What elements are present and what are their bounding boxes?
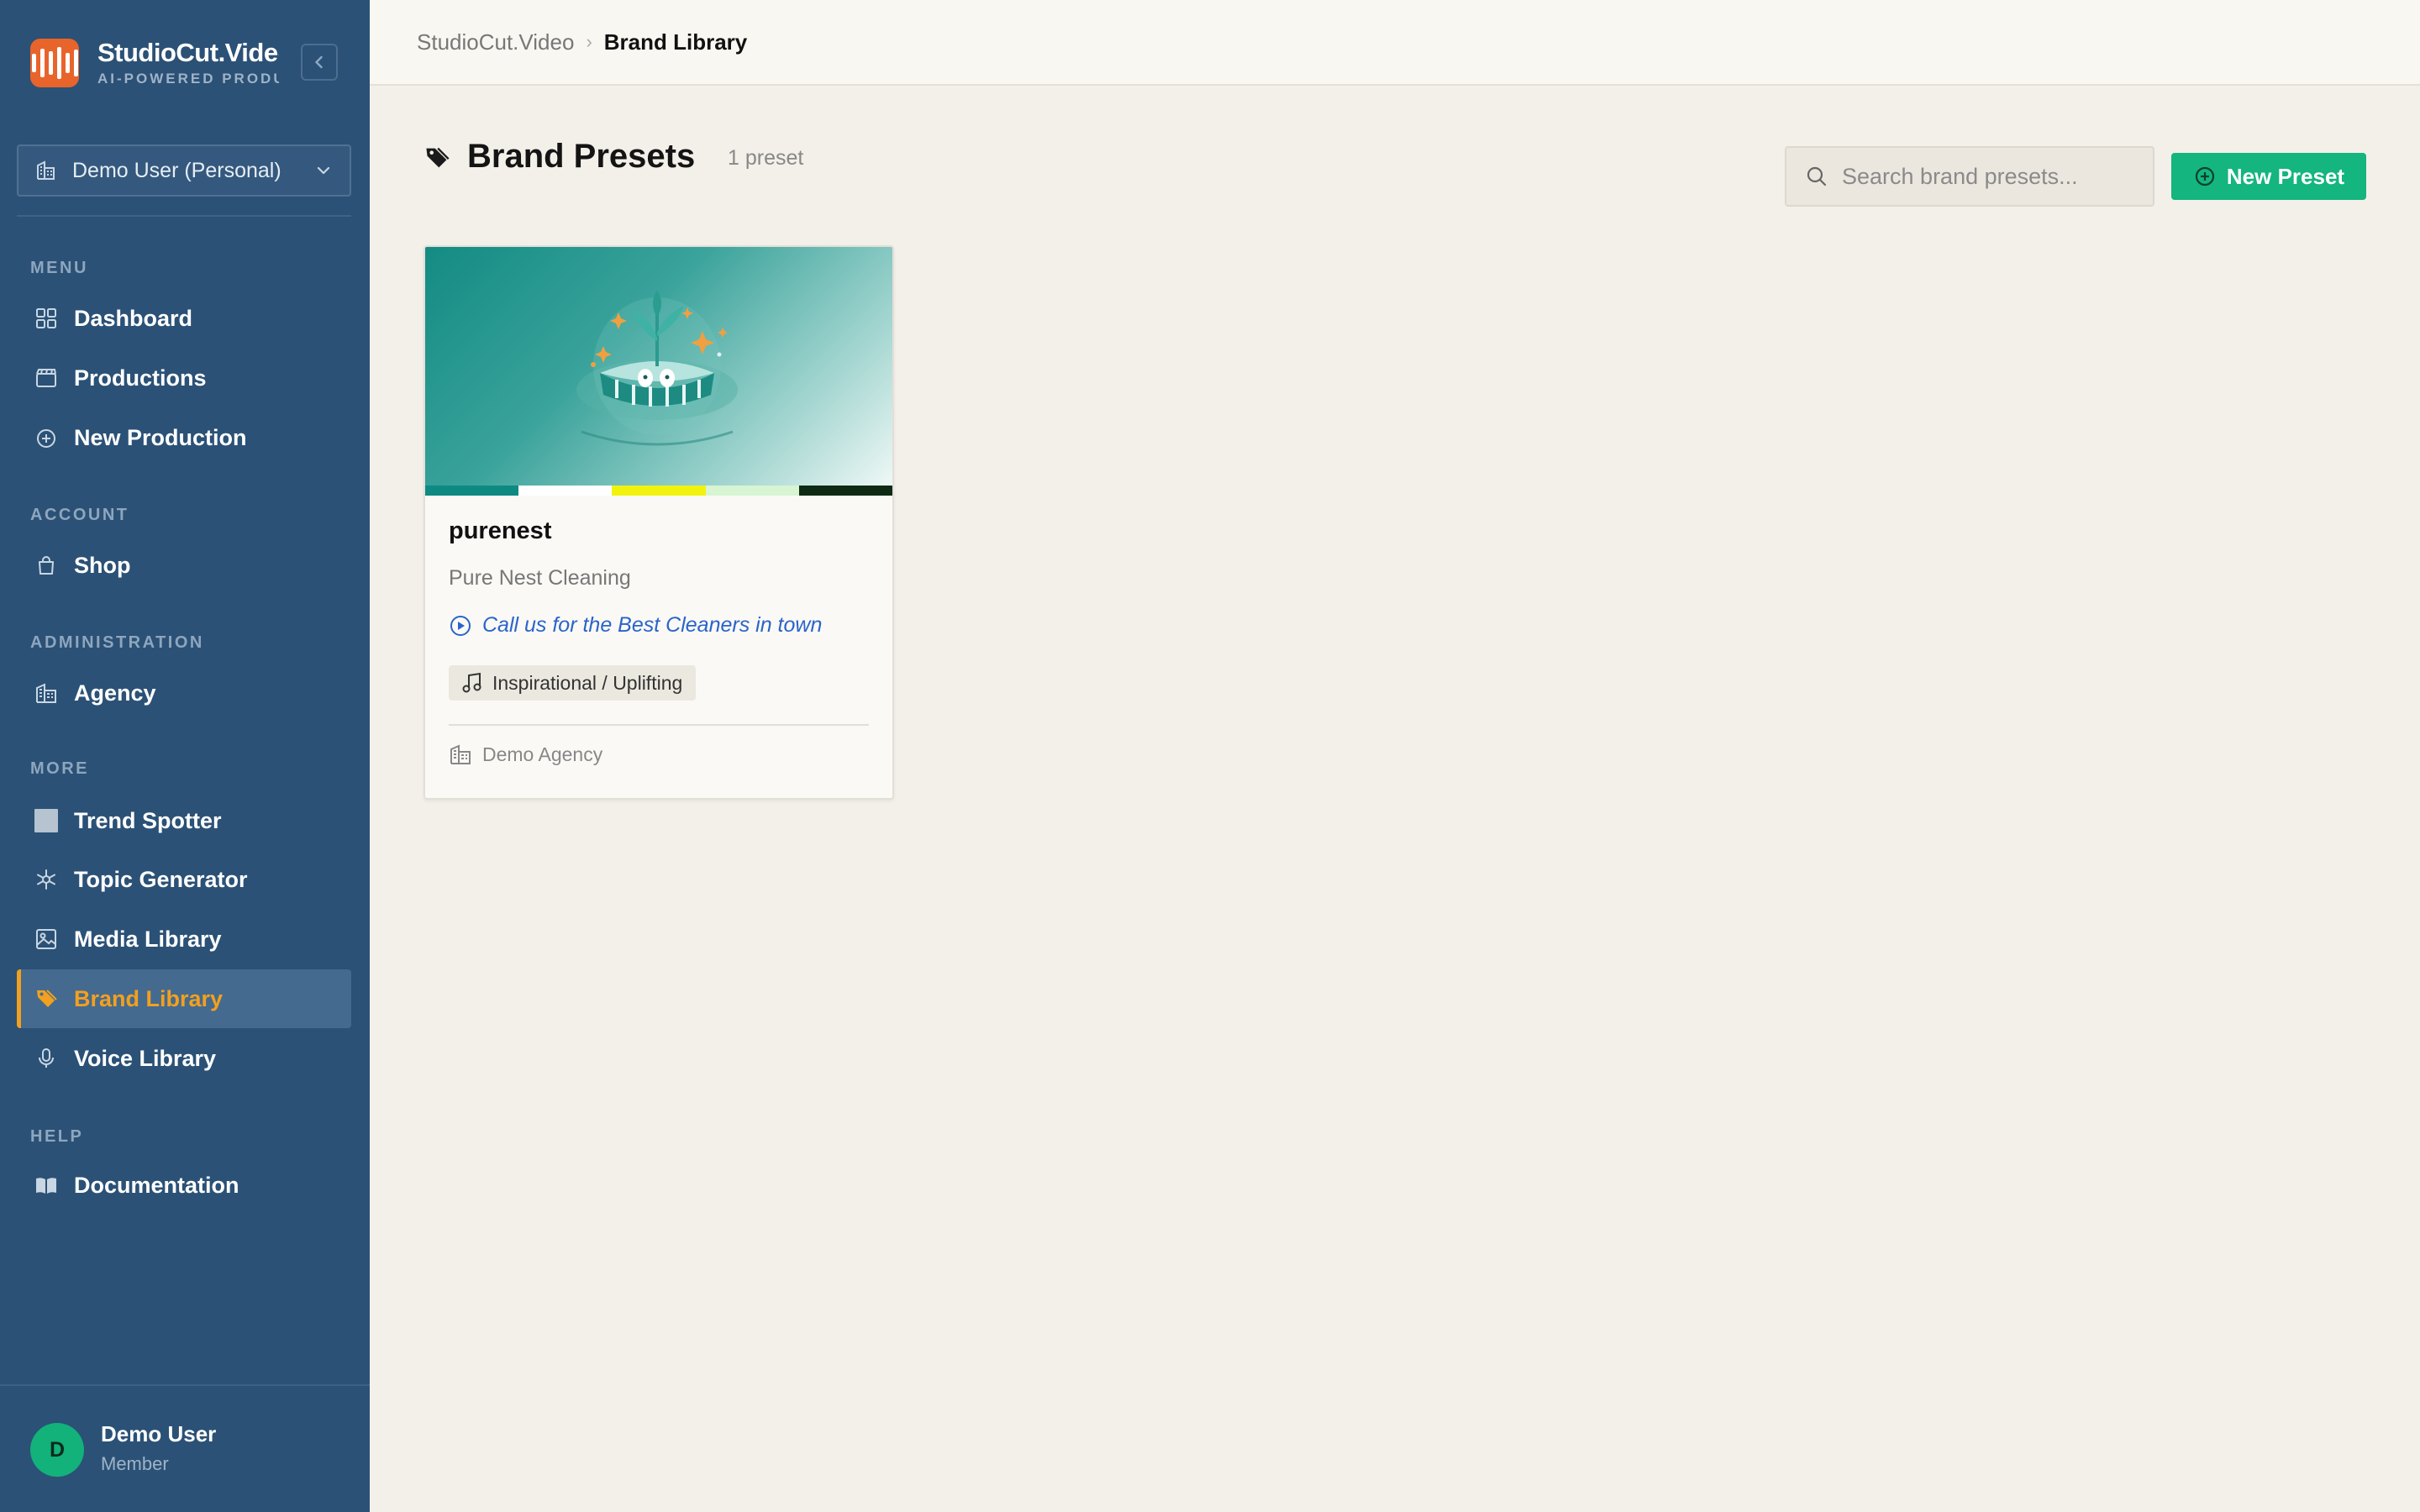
app-name: StudioCut.Video	[97, 38, 279, 67]
preset-thumbnail	[425, 247, 892, 486]
play-circle-icon	[450, 615, 471, 636]
building-icon	[450, 744, 471, 764]
microphone-icon	[34, 1046, 59, 1071]
preset-name: purenest	[449, 517, 552, 544]
page-title: Brand Presets	[467, 138, 696, 175]
preset-card[interactable]: purenest Pure Nest Cleaning Call us for …	[424, 245, 894, 800]
brand-block[interactable]: StudioCut.Video AI-POWERED PRODUCTION	[30, 37, 341, 89]
preset-company: Pure Nest Cleaning	[449, 566, 631, 590]
app-logo-icon	[30, 39, 79, 87]
tags-icon	[424, 144, 450, 176]
section-label-more: MORE	[30, 759, 89, 778]
sidebar-item-label: Dashboard	[74, 305, 193, 331]
palette-swatch	[425, 486, 519, 496]
image-icon	[34, 927, 59, 952]
preset-agency: Demo Agency	[449, 743, 602, 766]
section-label-account: ACCOUNT	[30, 506, 129, 524]
palette-swatch	[518, 486, 613, 496]
account-switcher[interactable]: Demo User (Personal)	[17, 144, 351, 197]
section-label-menu: MENU	[30, 259, 88, 277]
sidebar-item-dashboard[interactable]: Dashboard	[17, 289, 351, 348]
sidebar-item-label: Agency	[74, 680, 156, 706]
palette-swatch	[798, 486, 892, 496]
preset-agency-name: Demo Agency	[482, 743, 603, 765]
sidebar-item-topic-generator[interactable]: Topic Generator	[17, 850, 351, 909]
app-tagline: AI-POWERED PRODUCTION	[97, 71, 279, 87]
breadcrumb-root-link[interactable]: StudioCut.Video	[417, 29, 574, 55]
shopping-bag-icon	[34, 553, 59, 578]
section-label-help: HELP	[30, 1127, 84, 1146]
breadcrumb-current: Brand Library	[603, 29, 748, 55]
sidebar-item-brand-library[interactable]: Brand Library	[17, 969, 351, 1028]
sidebar-item-voice-library[interactable]: Voice Library	[17, 1029, 351, 1088]
chevron-left-icon	[315, 55, 323, 69]
user-profile[interactable]: D Demo User Member	[0, 1384, 370, 1512]
palette-swatch	[705, 486, 799, 496]
search-box[interactable]	[1785, 146, 2154, 207]
preset-count: 1 preset	[728, 146, 804, 170]
account-switcher-label: Demo User (Personal)	[72, 158, 281, 182]
sidebar-item-trend-spotter[interactable]: Trend Spotter	[17, 791, 351, 850]
sidebar-item-label: Brand Library	[74, 985, 224, 1011]
sidebar-item-media-library[interactable]: Media Library	[17, 910, 351, 969]
sidebar-item-label: Shop	[74, 552, 131, 578]
sidebar-item-label: Topic Generator	[74, 866, 248, 892]
preset-tagline-text: Call us for the Best Cleaners in town	[482, 613, 823, 637]
search-icon	[1807, 166, 1827, 186]
chevron-down-icon	[317, 166, 330, 175]
square-icon	[34, 808, 59, 833]
sidebar-item-label: Media Library	[74, 926, 222, 952]
music-mood-badge: Inspirational / Uplifting	[449, 665, 697, 701]
sidebar-item-agency[interactable]: Agency	[17, 664, 351, 722]
plus-circle-icon	[2195, 166, 2215, 186]
sidebar-item-label: Trend Spotter	[74, 807, 222, 833]
clapperboard-icon	[34, 365, 59, 391]
book-icon	[34, 1173, 59, 1198]
sidebar-item-shop[interactable]: Shop	[17, 536, 351, 595]
plus-circle-icon	[34, 425, 59, 450]
sparkle-star-icon	[34, 867, 59, 892]
avatar: D	[30, 1423, 84, 1477]
building-icon	[34, 680, 59, 706]
preset-tagline: Call us for the Best Cleaners in town	[449, 613, 822, 638]
palette-swatch	[612, 486, 706, 496]
search-input[interactable]	[1842, 163, 2144, 190]
section-label-administration: ADMINISTRATION	[30, 633, 204, 652]
new-preset-button[interactable]: New Preset	[2171, 153, 2366, 200]
user-role: Member	[101, 1453, 169, 1474]
building-icon	[37, 160, 55, 180]
sidebar-item-new-production[interactable]: New Production	[17, 408, 351, 467]
cleaning-illustration-icon	[576, 291, 738, 446]
sidebar-divider	[17, 215, 351, 217]
breadcrumb-separator: ›	[586, 31, 592, 52]
sidebar: StudioCut.Video AI-POWERED PRODUCTION De…	[0, 0, 370, 1512]
sidebar-item-label: Productions	[74, 365, 207, 391]
sidebar-item-label: New Production	[74, 424, 247, 450]
tags-icon	[34, 986, 59, 1011]
sidebar-item-label: Voice Library	[74, 1045, 217, 1071]
sidebar-item-label: Documentation	[74, 1172, 239, 1198]
collapse-sidebar-button[interactable]	[301, 44, 338, 81]
music-mood-label: Inspirational / Uplifting	[492, 671, 683, 694]
sidebar-item-productions[interactable]: Productions	[17, 349, 351, 407]
breadcrumb: StudioCut.Video › Brand Library	[370, 0, 2420, 86]
user-name: Demo User	[101, 1421, 217, 1446]
sidebar-item-documentation[interactable]: Documentation	[17, 1156, 351, 1215]
music-note-icon	[462, 672, 481, 693]
brand-color-palette	[425, 486, 892, 496]
new-preset-label: New Preset	[2226, 163, 2345, 189]
grid-icon	[34, 306, 59, 331]
card-divider	[449, 724, 869, 726]
